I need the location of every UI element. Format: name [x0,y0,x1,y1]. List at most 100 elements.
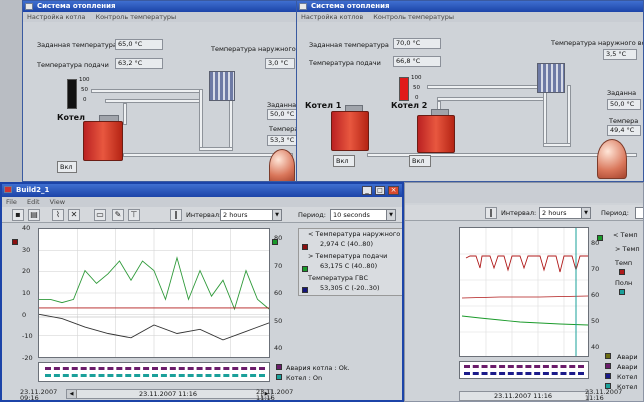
boiler2-icon[interactable] [417,115,455,153]
legend-value: 53,305 C (-20..30) [320,284,380,292]
pipe [543,143,571,147]
right-temp-value: 53,3 °C [267,135,297,146]
boiler-icon[interactable] [83,121,123,161]
menu-file[interactable]: File [6,198,17,206]
app-icon [299,3,307,10]
boiler2-on-button[interactable]: Вкл [409,155,431,167]
heating-window-left: Система отопления Настройка котла Контро… [22,0,298,182]
menu-boiler-settings[interactable]: Настройка котла [27,13,85,21]
right-set-label: Заданна [267,101,297,109]
alarm-label: Авария котла : Ok. [286,364,350,372]
pipe [123,153,293,157]
heating-window-right: Система отопления Настройка котлов Контр… [296,0,644,182]
range-mid: 50 [81,87,88,93]
close-button[interactable]: × [388,186,399,195]
y-left-tick: 20 [22,267,31,276]
trend-plot-right[interactable] [459,227,589,357]
legend-swatch [619,269,625,275]
time-scrollbar[interactable]: ◀ 23.11.2007 11:16 ▶ [66,389,272,399]
series-line-supply [465,255,588,273]
pause-button[interactable]: ‖ [485,207,497,219]
set-temp-value[interactable]: 70,0 °C [393,38,441,49]
interval-select[interactable]: 2 hours ▼ [220,209,282,221]
title-bar[interactable]: Система отопления [297,1,643,12]
x-start-label: 23.11.2007 09:16 [20,388,58,402]
set-temp-value[interactable]: 65,0 °C [115,39,163,50]
boiler-label: Котел [57,113,85,122]
menu-temp-control[interactable]: Контроль температуры [373,13,454,21]
y-tick: 70 [591,265,600,273]
delete-icon[interactable]: ✕ [68,209,80,221]
supply-temp-label: Температура подачи [309,59,381,67]
scroll-left-icon[interactable]: ◀ [67,390,77,398]
chevron-down-icon: ▼ [386,210,395,220]
water-tank-icon [269,149,295,181]
right-set-value: 50,0 °C [267,109,297,120]
outdoor-temp-value: 3,0 °C [265,58,295,69]
pipe [105,99,203,103]
y-left-tick: -20 [22,354,33,362]
pause-button[interactable]: ‖ [170,209,182,221]
range-mid: 50 [413,85,420,91]
toolbar: ▪ ▤ ⌇ ✕ ▭ ✎ ⊤ ‖ Интервал: 2 hours ▼ Перио… [2,207,402,223]
legend-name: Температура ГВС [308,274,369,282]
legend-value: 63,175 C (40..80) [320,262,378,270]
chevron-down-icon: ▼ [581,208,590,218]
alarm-bar [464,365,584,368]
y-right-tick: 70 [274,261,283,270]
y-left-tick: 0 [22,310,27,319]
pipe [91,89,203,93]
interval-select[interactable]: 2 hours ▼ [539,207,591,219]
window-title: Система отопления [37,2,116,10]
minimize-button[interactable]: _ [362,186,372,195]
set-temp-label: Заданная температура [309,41,389,49]
right-temp-label: Темпера [609,117,639,125]
period-select[interactable] [635,207,643,219]
range-top: 100 [79,77,90,83]
zoom-icon[interactable]: ▭ [94,209,106,221]
pen-icon[interactable]: ✎ [112,209,124,221]
right-temp-label: Темпера [269,125,298,133]
alarm-strip [459,361,589,379]
window-title: Система отопления [311,2,390,10]
x-end-label: 23.11.2007 11:16 [585,388,623,402]
legend-swatch [302,287,308,293]
interval-value: 2 hours [542,209,567,217]
pipe [199,89,203,149]
cursor-icon[interactable]: ⊤ [128,209,140,221]
save-icon[interactable]: ▪ [12,209,24,221]
series-line-outdoor [461,295,589,299]
grid [460,228,588,356]
toolbar: ‖ Интервал: 2 hours ▼ Период: [405,205,643,221]
supply-temp-value: 63,2 °C [115,58,163,69]
chart-settings-icon[interactable]: ⌇ [52,209,64,221]
boiler1-on-button[interactable]: Вкл [333,155,355,167]
title-bar[interactable]: Build2_1 [2,184,402,197]
pipe [123,103,127,125]
pipe [199,147,233,151]
boiler-on-button[interactable]: Вкл [57,161,77,173]
alarm-swatch [276,364,282,370]
legend-entry: Темп [615,259,633,267]
legend-entry: > Темп [615,245,640,253]
app-icon [4,186,12,193]
print-icon[interactable]: ▤ [28,209,40,221]
pipe [427,85,547,89]
maximize-button[interactable]: □ [375,186,385,195]
menu-temp-control[interactable]: Контроль температуры [95,13,176,21]
boiler1-icon[interactable] [331,111,369,151]
alarm-bar [464,372,584,375]
trend-plot[interactable] [38,228,270,358]
time-scrollbar[interactable]: 23.11.2007 11:16 [459,391,589,401]
title-bar[interactable]: Система отопления [23,1,297,12]
period-label: Период: [298,211,326,219]
y-tick: 50 [591,317,600,325]
period-label: Период: [601,209,629,217]
menu-view[interactable]: View [50,198,65,206]
y-tick: 40 [591,343,600,351]
y-left-tick: -10 [22,332,33,341]
period-select[interactable]: 10 seconds ▼ [330,209,396,221]
pipe [567,85,571,145]
menu-edit[interactable]: Edit [27,198,40,206]
menu-boilers-settings[interactable]: Настройка котлов [301,13,363,21]
